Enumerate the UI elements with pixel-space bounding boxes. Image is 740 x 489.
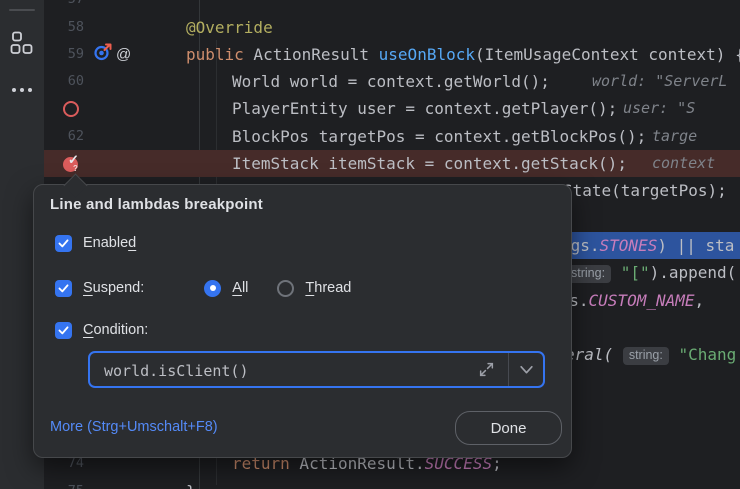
code-line[interactable]: 60 world: "ServerL World world = context.g… [0, 68, 740, 95]
breakpoint-dialog: Line and lambdas breakpoint Enabled Susp… [33, 184, 572, 458]
line-number[interactable]: 57 [44, 0, 84, 14]
code-token: BlockPos targetPos = context.getBlockPos… [232, 127, 646, 146]
enabled-checkbox[interactable] [55, 235, 72, 252]
code-line[interactable]: user: "S PlayerEntity user = context.getP… [0, 95, 740, 122]
enabled-label[interactable]: Enabled [83, 235, 136, 251]
condition-checkbox[interactable] [55, 322, 72, 339]
code-token: "Chang [679, 345, 737, 364]
code-text: State(targetPos); [563, 177, 727, 204]
suspend-thread-label[interactable]: Thread [305, 280, 351, 296]
line-number[interactable]: 58 [44, 14, 84, 41]
code-text: eral( string: "Chang [565, 341, 736, 368]
code-text: } [186, 478, 196, 489]
breakpoint-ring-icon[interactable] [63, 101, 79, 117]
condition-label[interactable]: Condition: [83, 322, 148, 338]
code-token: CUSTOM_NAME [589, 291, 695, 310]
code-text: ItemStack itemStack = context.getStack()… [232, 150, 627, 177]
code-token: ActionResult [244, 45, 379, 64]
suspend-checkbox[interactable] [55, 280, 72, 297]
code-token: useOnBlock [379, 45, 475, 64]
done-button[interactable]: Done [455, 411, 562, 445]
annotation-marker-icon[interactable]: @ [116, 47, 131, 62]
suspend-row: Suspend: All Thread [55, 278, 351, 298]
code-line[interactable]: ✓? context ItemStack itemStack = context.g… [0, 150, 740, 177]
input-divider [508, 353, 509, 386]
code-token [669, 345, 679, 364]
code-token: State(targetPos); [563, 181, 727, 200]
breakpoint-conditional-icon[interactable]: ✓? [63, 155, 81, 173]
condition-input[interactable] [102, 353, 446, 388]
line-number[interactable]: 62 [44, 123, 84, 150]
chevron-down-icon[interactable] [518, 363, 535, 377]
condition-row: Condition: [55, 320, 148, 340]
code-text: public ActionResult useOnBlock(ItemUsage… [186, 41, 740, 68]
expand-editor-icon[interactable] [478, 361, 495, 378]
inline-debug-hint: world: "ServerL [592, 68, 727, 95]
code-token: eral( [565, 345, 613, 364]
code-text: string: "[").append( [565, 259, 736, 286]
dialog-title: Line and lambdas breakpoint [50, 196, 263, 213]
code-text: World world = context.getWorld(); [232, 68, 550, 95]
code-token: PlayerEntity user = context.getPlayer(); [232, 99, 617, 118]
suspend-label[interactable]: Suspend: [83, 280, 144, 296]
code-text: @Override [186, 14, 273, 41]
code-token [613, 345, 623, 364]
code-text: PlayerEntity user = context.getPlayer(); [232, 95, 617, 122]
inline-debug-hint: targe [652, 123, 697, 150]
code-token: } [186, 482, 196, 489]
inline-debug-hint: context [652, 150, 715, 177]
code-line[interactable]: 58 @Override [0, 14, 740, 41]
more-settings-link[interactable]: More (Strg+Umschalt+F8) [50, 419, 218, 435]
code-token: (ItemUsageContext context) { [475, 45, 740, 64]
overrides-marker-icon[interactable] [93, 42, 113, 67]
suspend-thread-radio[interactable] [277, 280, 294, 297]
condition-input-wrapper [88, 351, 545, 388]
code-token: @Override [186, 18, 273, 37]
enabled-row: Enabled [55, 233, 136, 253]
code-text: BlockPos targetPos = context.getBlockPos… [232, 123, 646, 150]
code-line[interactable]: 59 @ public ActionResult useOnBlock(ItemUs… [0, 41, 740, 68]
code-token [611, 263, 621, 282]
line-number[interactable]: 59 [44, 41, 84, 68]
code-token: World world = context.getWorld(); [232, 72, 550, 91]
code-token: STONES [600, 236, 658, 255]
code-token: public [186, 45, 244, 64]
code-token: ) || sta [657, 236, 734, 255]
code-token: "[" [621, 263, 650, 282]
parameter-hint-chip: string: [623, 347, 669, 365]
code-line[interactable]: 57 [0, 0, 740, 14]
suspend-all-label[interactable]: All [232, 280, 248, 296]
code-text: ags.STONES) || sta [561, 232, 734, 259]
code-token: ).append( [650, 263, 737, 282]
inline-debug-hint: user: "S [623, 95, 695, 122]
ide-window: 5758 @Override 59 @ public ActionResult useO… [0, 0, 740, 489]
line-number[interactable]: 60 [44, 68, 84, 95]
code-line[interactable]: 62 targe BlockPos targetPos = context.getB… [0, 123, 740, 150]
suspend-all-radio[interactable] [204, 280, 221, 297]
code-token: ItemStack itemStack = context.getStack()… [232, 154, 627, 173]
line-number[interactable]: 75 [44, 478, 84, 489]
code-text: pes.CUSTOM_NAME, [550, 287, 714, 314]
code-line[interactable]: 75} [0, 478, 740, 489]
code-token: , [695, 291, 714, 310]
